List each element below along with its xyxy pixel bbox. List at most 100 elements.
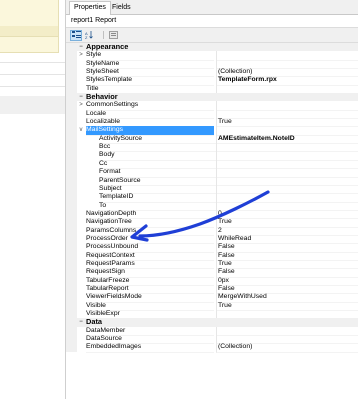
row-gutter bbox=[66, 234, 77, 244]
category-appearance[interactable]: − Appearance bbox=[66, 43, 358, 52]
property-row-tabularreport[interactable]: TabularReport False bbox=[66, 284, 358, 295]
row-gutter bbox=[66, 218, 77, 227]
left-pane-row bbox=[0, 96, 66, 114]
row-gutter bbox=[66, 310, 77, 319]
row-gutter bbox=[66, 193, 77, 202]
left-pane-divider bbox=[0, 74, 66, 75]
property-row-processunbound[interactable]: ProcessUnbound False bbox=[66, 243, 358, 253]
property-row-title[interactable]: Title bbox=[66, 84, 358, 95]
collapse-icon[interactable]: − bbox=[78, 318, 84, 326]
property-row-templateid[interactable]: TemplateID bbox=[66, 193, 358, 203]
property-row-locale[interactable]: Locale bbox=[66, 109, 358, 120]
property-row-commonsettings[interactable]: > CommonSettings bbox=[66, 101, 358, 111]
property-pages-icon bbox=[109, 31, 118, 43]
row-gutter bbox=[66, 209, 77, 219]
property-row-requestsign[interactable]: RequestSign False bbox=[66, 268, 358, 278]
row-gutter bbox=[66, 293, 77, 302]
row-gutter bbox=[66, 176, 77, 185]
row-gutter bbox=[66, 134, 77, 144]
row-gutter bbox=[66, 184, 77, 194]
property-name[interactable]: EmbeddedImages bbox=[86, 343, 214, 353]
property-row-stylename[interactable]: StyleName bbox=[66, 59, 358, 70]
row-gutter bbox=[66, 335, 77, 344]
tab-strip: Properties Fields bbox=[66, 0, 358, 15]
expand-icon[interactable]: > bbox=[78, 101, 84, 109]
category-data[interactable]: − Data bbox=[66, 318, 358, 327]
row-gutter bbox=[66, 68, 77, 77]
property-row-visible[interactable]: Visible True bbox=[66, 301, 358, 311]
property-row-bcc[interactable]: Bcc bbox=[66, 143, 358, 153]
row-gutter bbox=[66, 251, 77, 260]
property-row-body[interactable]: Body bbox=[66, 151, 358, 161]
row-gutter bbox=[66, 168, 77, 177]
property-row-datasource[interactable]: DataSource bbox=[66, 335, 358, 345]
property-row-localizable[interactable]: Localizable True bbox=[66, 118, 358, 128]
category-label: Data bbox=[86, 318, 103, 327]
property-row-processorder[interactable]: ProcessOrder WhileRead bbox=[66, 234, 358, 245]
collapse-icon[interactable]: − bbox=[78, 43, 84, 51]
row-gutter bbox=[66, 51, 77, 60]
property-row-subject[interactable]: Subject bbox=[66, 184, 358, 195]
expand-icon[interactable]: v bbox=[78, 126, 84, 134]
row-gutter bbox=[66, 151, 77, 160]
tab-properties[interactable]: Properties bbox=[69, 1, 111, 15]
row-gutter bbox=[66, 326, 77, 336]
property-row-cc[interactable]: Cc bbox=[66, 159, 358, 170]
row-gutter bbox=[66, 109, 77, 119]
category-behavior[interactable]: − Behavior bbox=[66, 93, 358, 102]
property-row-tabularfreeze[interactable]: TabularFreeze 0px bbox=[66, 276, 358, 286]
property-row-datamember[interactable]: DataMember bbox=[66, 326, 358, 337]
tab-fields[interactable]: Fields bbox=[108, 2, 135, 14]
row-gutter bbox=[66, 43, 77, 52]
left-pane-divider bbox=[0, 86, 66, 87]
alphabetical-icon: AZ bbox=[85, 31, 94, 43]
property-row-activitysource[interactable]: ActivitySource AMEstimateItem.NoteID bbox=[66, 134, 358, 145]
expand-icon[interactable]: > bbox=[78, 51, 84, 59]
row-gutter bbox=[66, 159, 77, 169]
collapse-icon[interactable]: − bbox=[78, 93, 84, 101]
categorized-icon bbox=[72, 31, 81, 43]
properties-panel: Properties Fields report1 Report AZ − App… bbox=[66, 0, 358, 399]
property-value[interactable]: (Collection) bbox=[216, 343, 358, 353]
row-gutter bbox=[66, 243, 77, 252]
property-row-mailsettings[interactable]: v MailSettings bbox=[66, 126, 358, 136]
property-row-to[interactable]: To bbox=[66, 201, 358, 211]
property-grid: − Appearance > Style StyleName StyleSheet (Col… bbox=[66, 43, 358, 353]
row-gutter bbox=[66, 284, 77, 294]
property-row-viewerfieldsmode[interactable]: ViewerFieldsMode MergeWithUsed bbox=[66, 293, 358, 303]
left-pane-band bbox=[0, 26, 58, 37]
alphabetical-button[interactable]: AZ bbox=[83, 30, 95, 41]
property-row-paramscolumns[interactable]: ParamsColumns 2 bbox=[66, 226, 358, 236]
category-label: Appearance bbox=[86, 43, 129, 51]
row-gutter bbox=[66, 59, 77, 69]
property-row-requestparams[interactable]: RequestParams True bbox=[66, 259, 358, 270]
row-gutter bbox=[66, 126, 77, 135]
row-gutter bbox=[66, 226, 77, 235]
property-row-stylestemplate[interactable]: StylesTemplate TemplateForm.rpx bbox=[66, 76, 358, 86]
row-gutter bbox=[66, 259, 77, 269]
row-gutter bbox=[66, 76, 77, 85]
row-gutter bbox=[66, 101, 77, 110]
toolbar-separator bbox=[103, 31, 104, 39]
property-row-format[interactable]: Format bbox=[66, 168, 358, 178]
row-gutter bbox=[66, 93, 77, 102]
property-row-style[interactable]: > Style bbox=[66, 51, 358, 61]
property-pages-button[interactable] bbox=[107, 30, 119, 41]
property-row-stylesheet[interactable]: StyleSheet (Collection) bbox=[66, 68, 358, 78]
property-row-navigationtree[interactable]: NavigationTree True bbox=[66, 218, 358, 228]
row-gutter bbox=[66, 201, 77, 210]
property-row-visibleexpr[interactable]: VisibleExpr bbox=[66, 310, 358, 320]
property-row-navigationdepth[interactable]: NavigationDepth 0 bbox=[66, 209, 358, 220]
selected-object-name: report1 Report bbox=[71, 17, 117, 24]
left-pane-divider bbox=[0, 62, 66, 63]
row-gutter bbox=[66, 301, 77, 310]
row-gutter bbox=[66, 118, 77, 127]
row-gutter bbox=[66, 84, 77, 94]
row-gutter bbox=[66, 343, 77, 352]
property-row-embeddedimages[interactable]: EmbeddedImages (Collection) bbox=[66, 343, 358, 353]
property-row-parentsource[interactable]: ParentSource bbox=[66, 176, 358, 186]
property-row-requestcontext[interactable]: RequestContext False bbox=[66, 251, 358, 261]
categorized-button[interactable] bbox=[70, 30, 82, 41]
left-pane bbox=[0, 0, 66, 399]
row-gutter bbox=[66, 143, 77, 152]
